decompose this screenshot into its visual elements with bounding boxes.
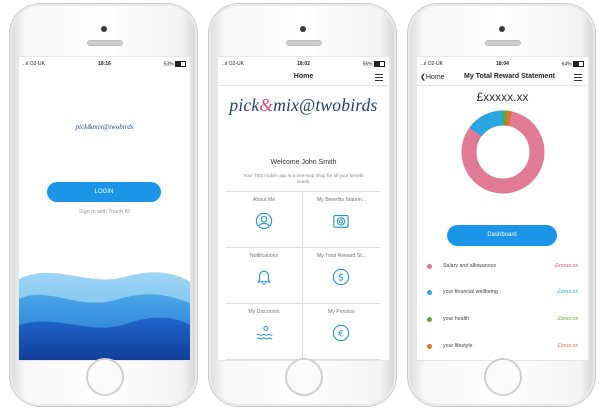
tile-label: Notifications — [249, 253, 279, 259]
tile-about-me[interactable]: About Me — [226, 192, 303, 248]
hamburger-menu-icon[interactable] — [574, 74, 582, 82]
battery-icon — [175, 61, 186, 67]
menu-grid: About Me My Benefits Statem... Notificat… — [226, 191, 380, 360]
battery-percent: 56% — [362, 61, 373, 68]
nav-bar: ❮Home My Total Reward Statement — [417, 71, 588, 86]
legend-dot — [427, 344, 432, 349]
nav-bar: Home — [218, 71, 389, 86]
dollar-icon: $ — [332, 268, 350, 286]
dashboard-button[interactable]: Dashboard — [447, 225, 557, 246]
tile-label: My Total Reward St... — [316, 253, 367, 259]
login-button[interactable]: LOGIN — [47, 182, 161, 202]
camera-icon — [333, 215, 349, 228]
tile-label: My Pension — [327, 309, 356, 315]
total-amount: £xxxxx.xx — [476, 90, 529, 104]
earpiece-speaker — [285, 40, 322, 46]
legend-value: £xxxxx.xx — [555, 263, 578, 269]
hamburger-menu-icon[interactable] — [375, 74, 383, 82]
tile-label: My Benefits Statem... — [316, 197, 367, 203]
reward-statement-screen: ..ıl O2-UK 18:04 64% ❮Home My Total Rewa… — [416, 56, 589, 361]
tagline: Your TBS mobile app is a one-stop shop f… — [243, 173, 364, 184]
battery-percent: 64% — [561, 61, 572, 68]
page-title: My Total Reward Statement — [464, 73, 555, 80]
touch-id-link[interactable]: Sign in with Touch ID — [19, 209, 190, 215]
tile-benefits-statement[interactable]: My Benefits Statem... — [303, 192, 380, 248]
legend-name: your health — [443, 316, 470, 322]
svg-text:$: $ — [338, 273, 344, 284]
front-camera — [498, 26, 505, 32]
bell-icon — [256, 270, 272, 285]
status-bar: ..ıl O2-UK 18:04 64% — [417, 60, 588, 69]
battery-icon — [374, 61, 385, 67]
brand-logo: pick&mix@twobirds — [218, 95, 389, 116]
legend-value: £xxxx.xx — [557, 289, 578, 295]
tile-label: About Me — [252, 197, 276, 203]
status-bar: ..ıl O2-UK 18:02 56% — [218, 60, 389, 69]
phone-home: ..ıl O2-UK 18:02 56% Home pick&mix@twobi… — [209, 4, 396, 406]
legend-value: £xxxx.xx — [557, 343, 578, 349]
battery-indicator: 64% — [562, 61, 584, 67]
status-bar: ..ıl O2-UK 18:16 53% — [19, 60, 190, 69]
front-camera — [299, 26, 306, 32]
legend-dot — [427, 264, 432, 269]
battery-icon — [573, 61, 584, 67]
phone-reward-statement: ..ıl O2-UK 18:04 64% ❮Home My Total Rewa… — [408, 4, 595, 406]
tile-discounts[interactable]: My Discounts — [226, 304, 303, 360]
home-button[interactable] — [284, 358, 323, 396]
legend-row-health[interactable]: your health £xxxx.xx — [425, 314, 580, 326]
app-logo: pick&mix@twobirds — [75, 123, 134, 131]
legend-dot — [427, 317, 432, 322]
svg-text:€: € — [338, 330, 344, 340]
legend-name: Salary and allowances — [443, 263, 496, 269]
legend-name: your financial wellbeing — [443, 289, 498, 295]
legend-name: your lifestyle — [443, 343, 473, 349]
legend-row-salary[interactable]: Salary and allowances £xxxxx.xx — [425, 261, 580, 273]
donut-segment-financial — [469, 110, 504, 137]
brand-part-mix: mix@twobirds — [273, 95, 378, 115]
reward-donut-chart — [461, 110, 545, 194]
legend-value: £xxxx.xx — [557, 316, 578, 322]
legend-row-financial[interactable]: your financial wellbeing £xxxx.xx — [425, 287, 580, 299]
brand-part-pick: pick — [229, 95, 260, 115]
front-camera — [100, 26, 107, 32]
tile-pension[interactable]: My Pension € — [303, 304, 380, 360]
home-button[interactable] — [85, 358, 124, 396]
person-icon — [255, 212, 273, 230]
battery-percent: 53% — [163, 61, 174, 68]
tile-total-reward[interactable]: My Total Reward St... $ — [303, 248, 380, 304]
battery-indicator: 56% — [363, 61, 385, 67]
welcome-message: Welcome John Smith — [270, 159, 337, 166]
earpiece-speaker — [484, 40, 521, 46]
phone-login: ..ıl O2-UK 18:16 53% pick&mix@twobirds L… — [10, 4, 197, 406]
earpiece-speaker — [86, 40, 123, 46]
legend-dot — [427, 290, 432, 295]
tile-notifications[interactable]: Notifications — [226, 248, 303, 304]
legend-row-lifestyle[interactable]: your lifestyle £xxxx.xx — [425, 341, 580, 353]
waves-person-icon — [256, 326, 273, 340]
wave-illustration — [19, 272, 190, 360]
login-screen: ..ıl O2-UK 18:16 53% pick&mix@twobirds L… — [18, 56, 191, 361]
donut-segment-lifestyle — [506, 110, 513, 127]
tile-label: My Discounts — [248, 309, 280, 315]
brand-ampersand: & — [259, 95, 274, 115]
page-title: Home — [293, 73, 314, 80]
battery-indicator: 53% — [164, 61, 186, 67]
home-screen: ..ıl O2-UK 18:02 56% Home pick&mix@twobi… — [217, 56, 390, 361]
euro-icon: € — [332, 324, 350, 342]
home-button[interactable] — [483, 358, 522, 396]
